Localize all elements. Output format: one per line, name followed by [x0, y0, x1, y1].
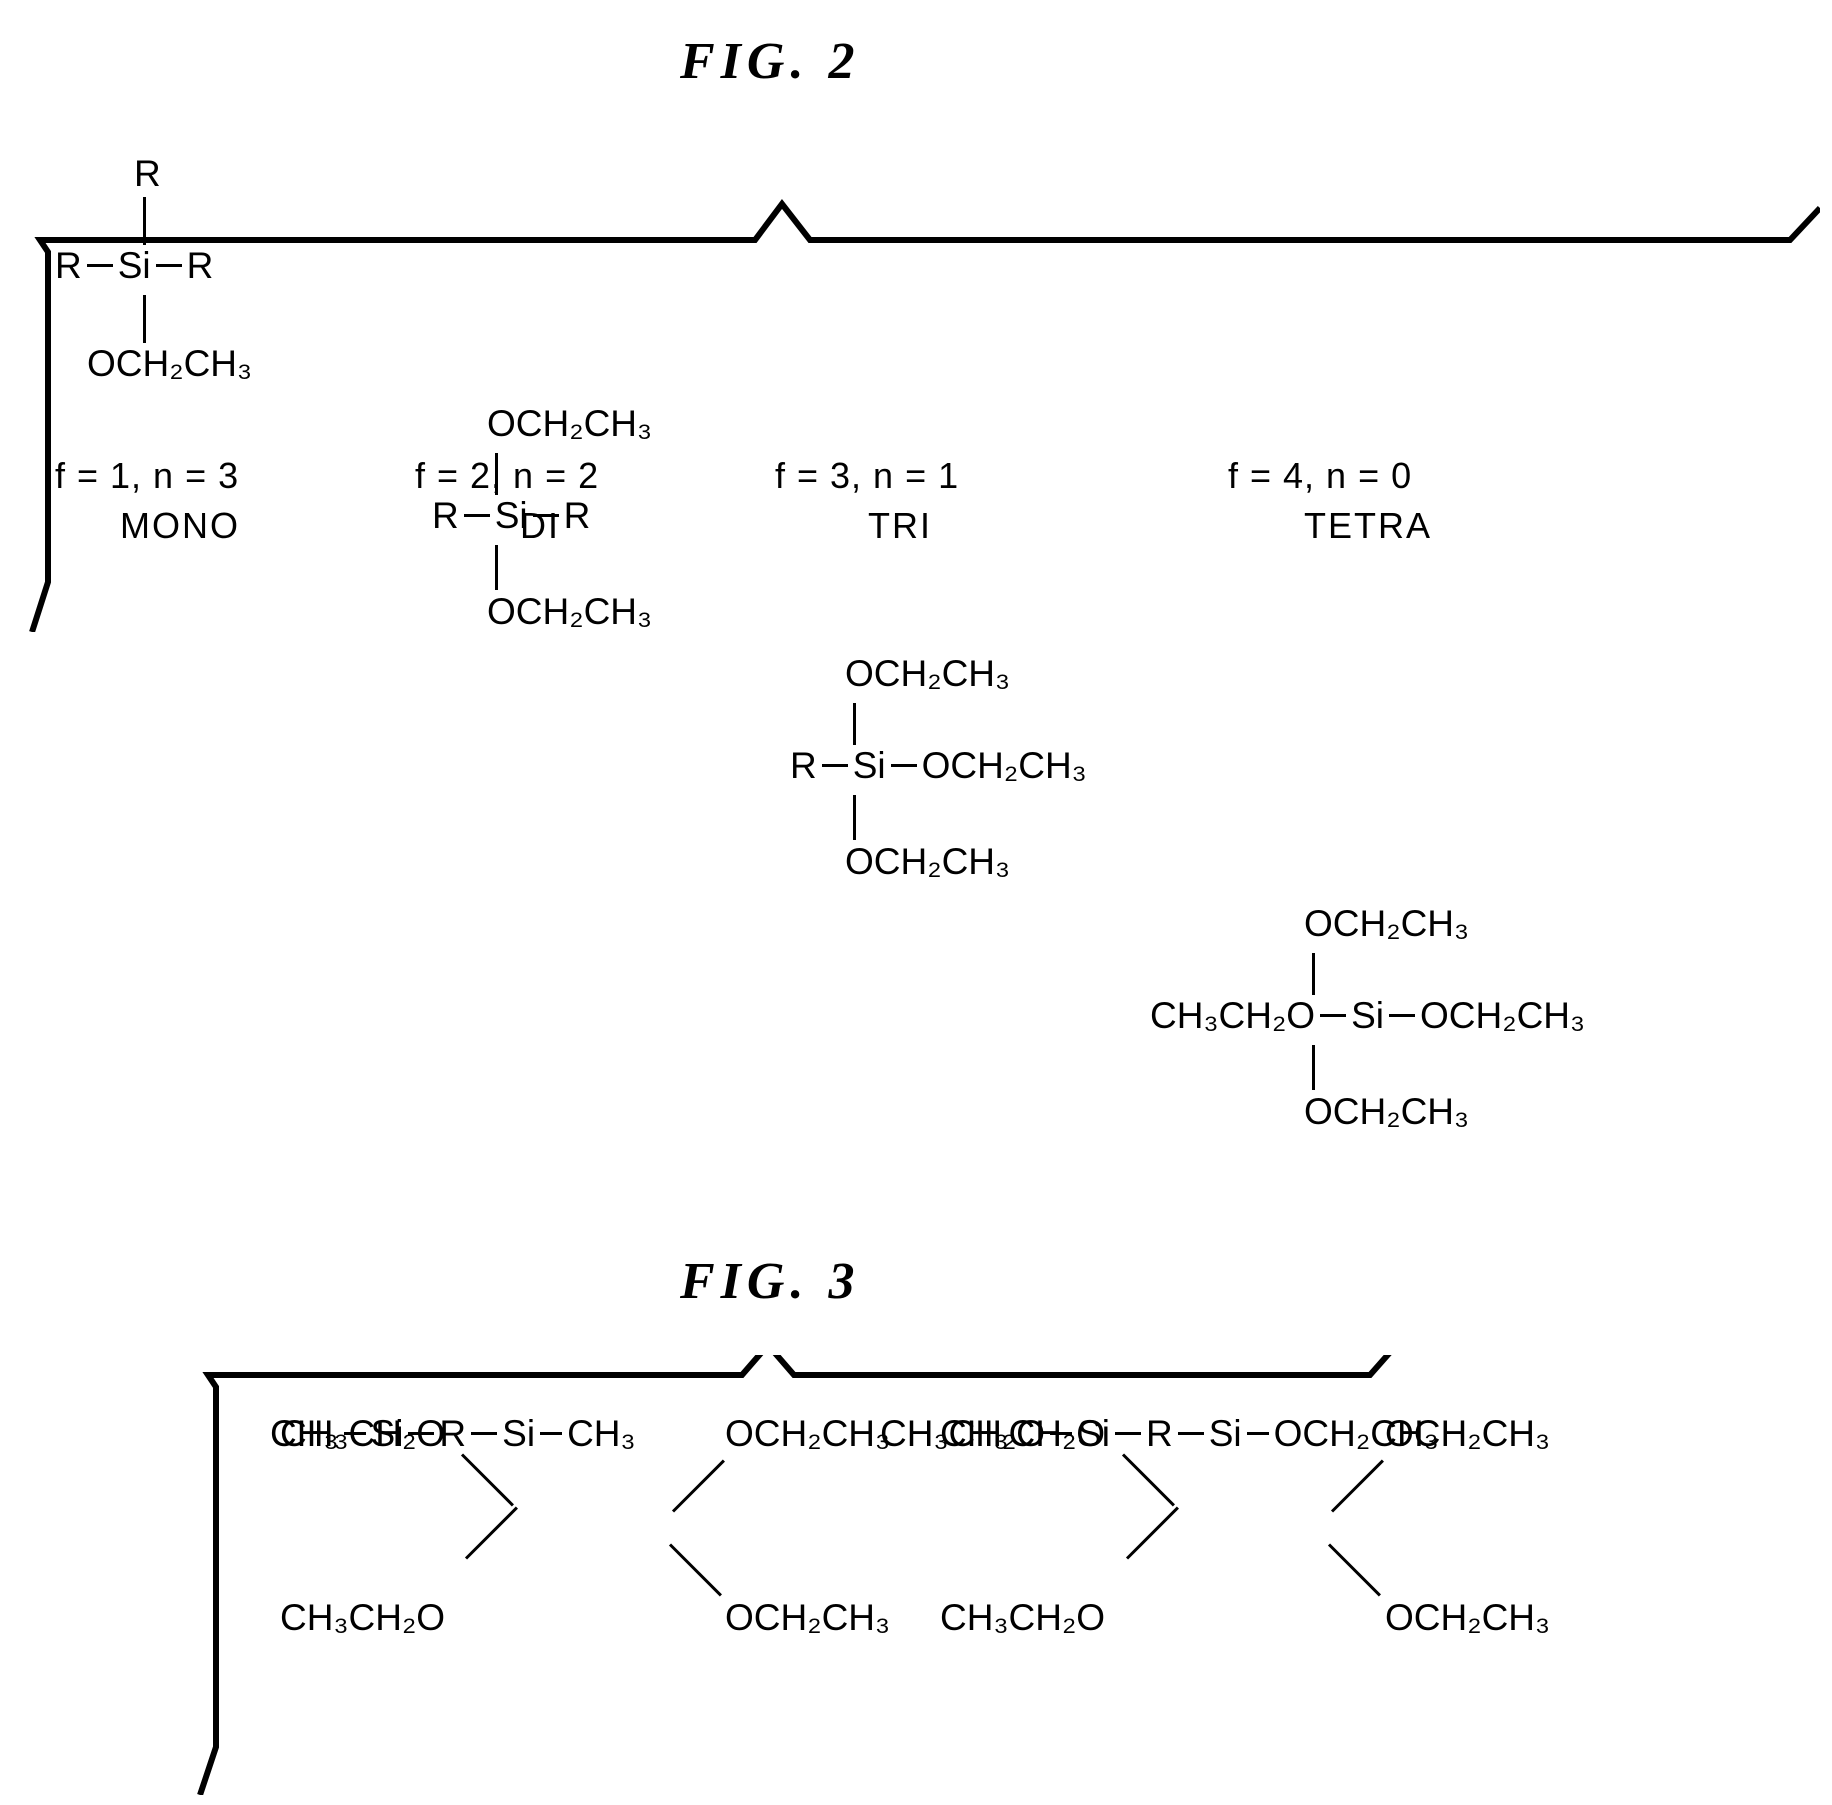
caption-di: f = 2, n = 2 DI: [415, 455, 665, 547]
caption-mono: f = 1, n = 3 MONO: [55, 455, 305, 547]
bridge2-right-ethoxy-bond: [1246, 1431, 1269, 1435]
di-bottom-substituent: OCH₂CH₃: [487, 591, 653, 632]
bridge1-right-upper-substituent: OCH₂CH₃: [725, 1413, 891, 1454]
tetra-top-substituent: OCH₂CH₃: [1304, 903, 1470, 944]
tetra-silicon-atom: Si: [1351, 995, 1384, 1036]
tetra-bottom-substituent: OCH₂CH₃: [1304, 1091, 1470, 1132]
bridge2-right-lower-substituent: OCH₂CH₃: [1385, 1597, 1551, 1638]
structure-tri: OCH₂CH₃ R Si OCH₂CH₃ OCH₂CH₃: [790, 655, 1190, 905]
tri-bottom-substituent: OCH₂CH₃: [845, 841, 1011, 882]
tri-right-substituent: OCH₂CH₃: [921, 745, 1087, 786]
mono-right-substituent: R: [186, 245, 214, 286]
caption-tri: f = 3, n = 1 TRI: [775, 455, 1025, 547]
caption-mono-line2: MONO: [120, 505, 240, 546]
tetra-middle-row: CH₃CH₂O Si OCH₂CH₃: [1150, 997, 1585, 1034]
mono-right-bond: [155, 263, 182, 267]
bridge1-right-methyl-bond: [540, 1431, 563, 1435]
bridge1-right-upper-bond: [671, 1459, 725, 1513]
bridge1-left-lower-bond: [464, 1506, 518, 1560]
bridge2-right-upper-bond: [1330, 1459, 1384, 1513]
tetra-right-substituent: OCH₂CH₃: [1420, 995, 1586, 1036]
bridge2-left-bridge-bond: [1115, 1431, 1141, 1435]
tri-left-substituent: R: [790, 745, 817, 786]
caption-tri-line2: TRI: [868, 505, 932, 546]
bridge1-left-upper-substituent: CH₃CH₂O: [280, 1413, 446, 1454]
tri-right-bond: [890, 763, 917, 767]
bridge2-right-upper-substituent: OCH₂CH₃: [1385, 1413, 1551, 1454]
bridge2-right-silicon-atom: Si: [1208, 1413, 1242, 1454]
caption-mono-line1: f = 1, n = 3: [55, 455, 240, 496]
tetra-left-bond: [1320, 1013, 1347, 1017]
bridge1-right-lower-substituent: OCH₂CH₃: [725, 1597, 891, 1638]
bridge2-left-lower-substituent: CH₃CH₂O: [940, 1597, 1106, 1638]
bridge2-left-lower-bond: [1125, 1506, 1179, 1560]
caption-tetra-line1: f = 4, n = 0: [1228, 455, 1413, 496]
tri-left-bond: [821, 763, 848, 767]
structure-bis-methyl-diethoxysilyl: CH₃CH₂O CH₃ Si R Si CH₃ CH₃CH₂O OCH₂CH₃ OCH₂…: [270, 1415, 970, 1645]
bridge1-right-silicon-atom: Si: [502, 1413, 536, 1454]
tri-top-substituent: OCH₂CH₃: [845, 653, 1011, 694]
tetra-right-bond: [1389, 1013, 1415, 1017]
mono-top-substituent: R: [134, 153, 161, 194]
structure-mono: R R Si R OCH₂CH₃: [55, 155, 355, 405]
mono-bottom-bond: [143, 295, 146, 343]
bridge2-bridge-group: R: [1146, 1413, 1173, 1454]
bridge1-left-lower-substituent: CH₃CH₂O: [280, 1597, 446, 1638]
caption-di-line2: DI: [520, 505, 560, 546]
structure-bis-triethoxysilyl: CH₃CH₂O CH₃CH₂O Si R Si OCH₂CH₃ CH₃CH₂O OCH₂…: [880, 1415, 1580, 1645]
tri-silicon-atom: Si: [852, 745, 886, 786]
mono-left-bond: [86, 263, 113, 267]
bridge1-right-methyl: CH₃: [567, 1413, 636, 1454]
tri-top-bond: [853, 703, 856, 745]
mono-bottom-substituent: OCH₂CH₃: [87, 343, 253, 384]
tetra-top-bond: [1312, 953, 1315, 995]
mono-left-substituent: R: [55, 245, 82, 286]
bridge1-right-lower-bond: [668, 1543, 722, 1597]
bridge1-left-upper-bond: [460, 1453, 514, 1507]
mono-top-bond: [143, 197, 146, 245]
figure-3-title: FIG. 3: [680, 1253, 861, 1310]
tetra-bottom-bond: [1312, 1045, 1315, 1090]
figure-2-title: FIG. 2: [680, 33, 861, 90]
caption-di-line1: f = 2, n = 2: [415, 455, 600, 496]
bridge2-left-upper-bond: [1121, 1453, 1175, 1507]
bridge2-left-upper-substituent: CH₃CH₂O: [940, 1413, 1106, 1454]
di-top-substituent: OCH₂CH₃: [487, 403, 653, 444]
di-bottom-bond: [495, 545, 498, 590]
caption-tetra-line2: TETRA: [1303, 505, 1432, 546]
bridge2-right-lower-bond: [1327, 1543, 1381, 1597]
caption-tri-line1: f = 3, n = 1: [775, 455, 960, 496]
mono-silicon-atom: Si: [117, 245, 151, 286]
caption-tetra: f = 4, n = 0 TETRA: [1228, 455, 1508, 547]
tri-bottom-bond: [853, 795, 856, 840]
mono-middle-row: R Si R: [55, 247, 213, 284]
tri-middle-row: R Si OCH₂CH₃: [790, 747, 1087, 784]
tetra-left-substituent: CH₃CH₂O: [1150, 995, 1316, 1036]
bridge1-right-bridge-bond: [471, 1431, 498, 1435]
bridge2-right-bridge-bond: [1177, 1431, 1204, 1435]
structure-tetra: OCH₂CH₃ CH₃CH₂O Si OCH₂CH₃ OCH₂CH₃: [1150, 905, 1630, 1155]
